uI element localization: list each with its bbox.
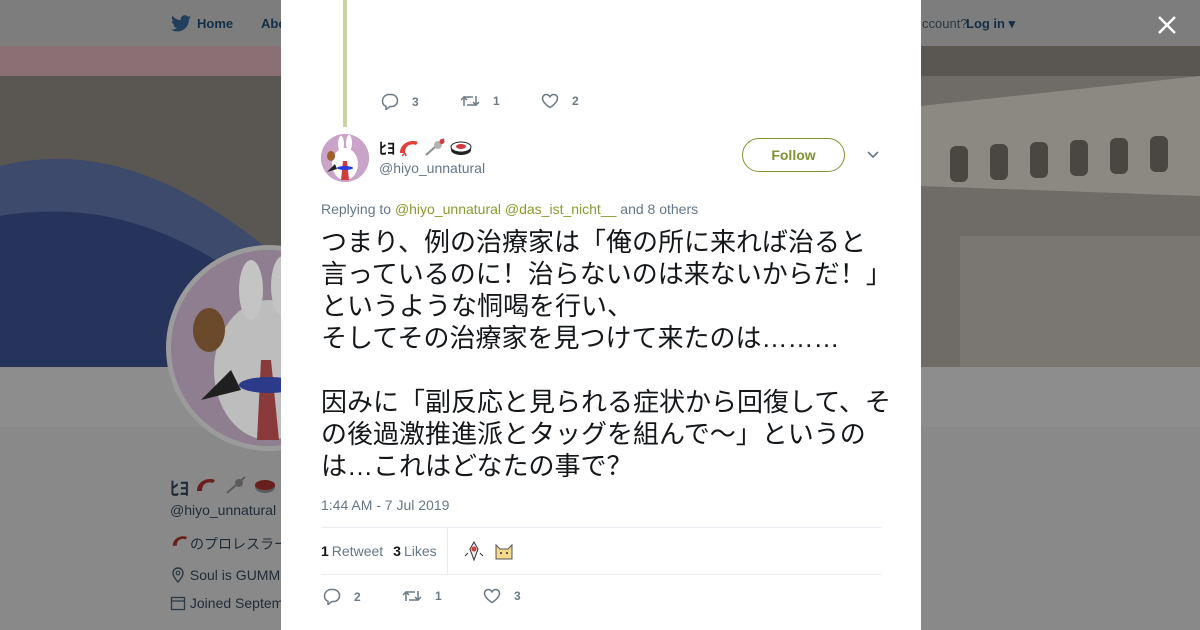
heart-icon [541, 93, 559, 109]
author-display-name[interactable]: ﾋﾖ [379, 135, 473, 159]
retweet-icon [402, 590, 422, 602]
shrimp-icon [172, 536, 188, 546]
liker-avatars [461, 539, 516, 563]
tweet-modal: 3 1 2 ﾋﾖ @hiyo_unnatural Follow Replying… [281, 0, 921, 630]
reply-icon [381, 93, 399, 110]
shrimp-icon [400, 141, 419, 157]
parent-like-button[interactable]: 2 [541, 93, 579, 109]
nav-home[interactable]: Home [197, 16, 233, 31]
sushi-icon [254, 480, 275, 493]
reply-icon [323, 588, 341, 605]
author-avatar[interactable] [321, 134, 369, 182]
avatar[interactable] [461, 539, 486, 563]
profile-display-name: ﾋﾖ [170, 474, 277, 501]
like-count-link[interactable]: 3 Likes [393, 543, 436, 559]
like-button[interactable]: 3 [483, 588, 521, 604]
tweet-text: つまり、例の治療家は「俺の所に来れば治ると言っているのに！治らないのは来ないから… [321, 227, 891, 481]
divider [321, 574, 881, 575]
retweet-button[interactable]: 1 [402, 588, 442, 604]
account-prompt: ccount? [922, 16, 968, 31]
avatar[interactable] [491, 539, 516, 563]
calendar-icon [170, 596, 186, 611]
location-pin-icon [172, 567, 184, 584]
skewer-icon [225, 476, 246, 494]
retweet-icon [460, 95, 480, 107]
author-handle[interactable]: @hiyo_unnatural [379, 160, 485, 176]
profile-joined: Joined Septem [170, 595, 283, 611]
profile-bio: のプロレスラー [170, 533, 288, 554]
heart-icon [483, 588, 501, 604]
retweet-count-link[interactable]: 1 Retweet [321, 543, 383, 559]
thread-connector-line [343, 0, 347, 127]
and-others-link[interactable]: and 8 others [620, 201, 698, 217]
mention-link[interactable]: @hiyo_unnatural [395, 201, 501, 217]
sushi-icon [450, 141, 472, 155]
twitter-bird-icon[interactable] [171, 15, 191, 32]
chevron-down-icon[interactable] [866, 150, 880, 160]
reply-button[interactable]: 2 [323, 588, 361, 605]
tweet-timestamp[interactable]: 1:44 AM - 7 Jul 2019 [321, 497, 449, 513]
divider [446, 528, 448, 574]
parent-reply-button[interactable]: 3 [381, 93, 419, 110]
profile-handle: @hiyo_unnatural [170, 502, 277, 518]
mention-link[interactable]: @das_ist_nicht__ [505, 201, 617, 217]
skewer-icon [425, 138, 445, 156]
login-link[interactable]: Log in ▾ [966, 16, 1015, 32]
replying-to-line: Replying to @hiyo_unnatural @das_ist_nic… [321, 201, 699, 217]
follow-button[interactable]: Follow [742, 138, 845, 172]
tweet-stats: 1 Retweet 3 Likes [321, 528, 881, 574]
close-icon[interactable] [1154, 12, 1180, 38]
profile-location: Soul is GUMM [170, 567, 280, 584]
shrimp-icon [197, 479, 216, 491]
parent-retweet-button[interactable]: 1 [460, 93, 500, 109]
